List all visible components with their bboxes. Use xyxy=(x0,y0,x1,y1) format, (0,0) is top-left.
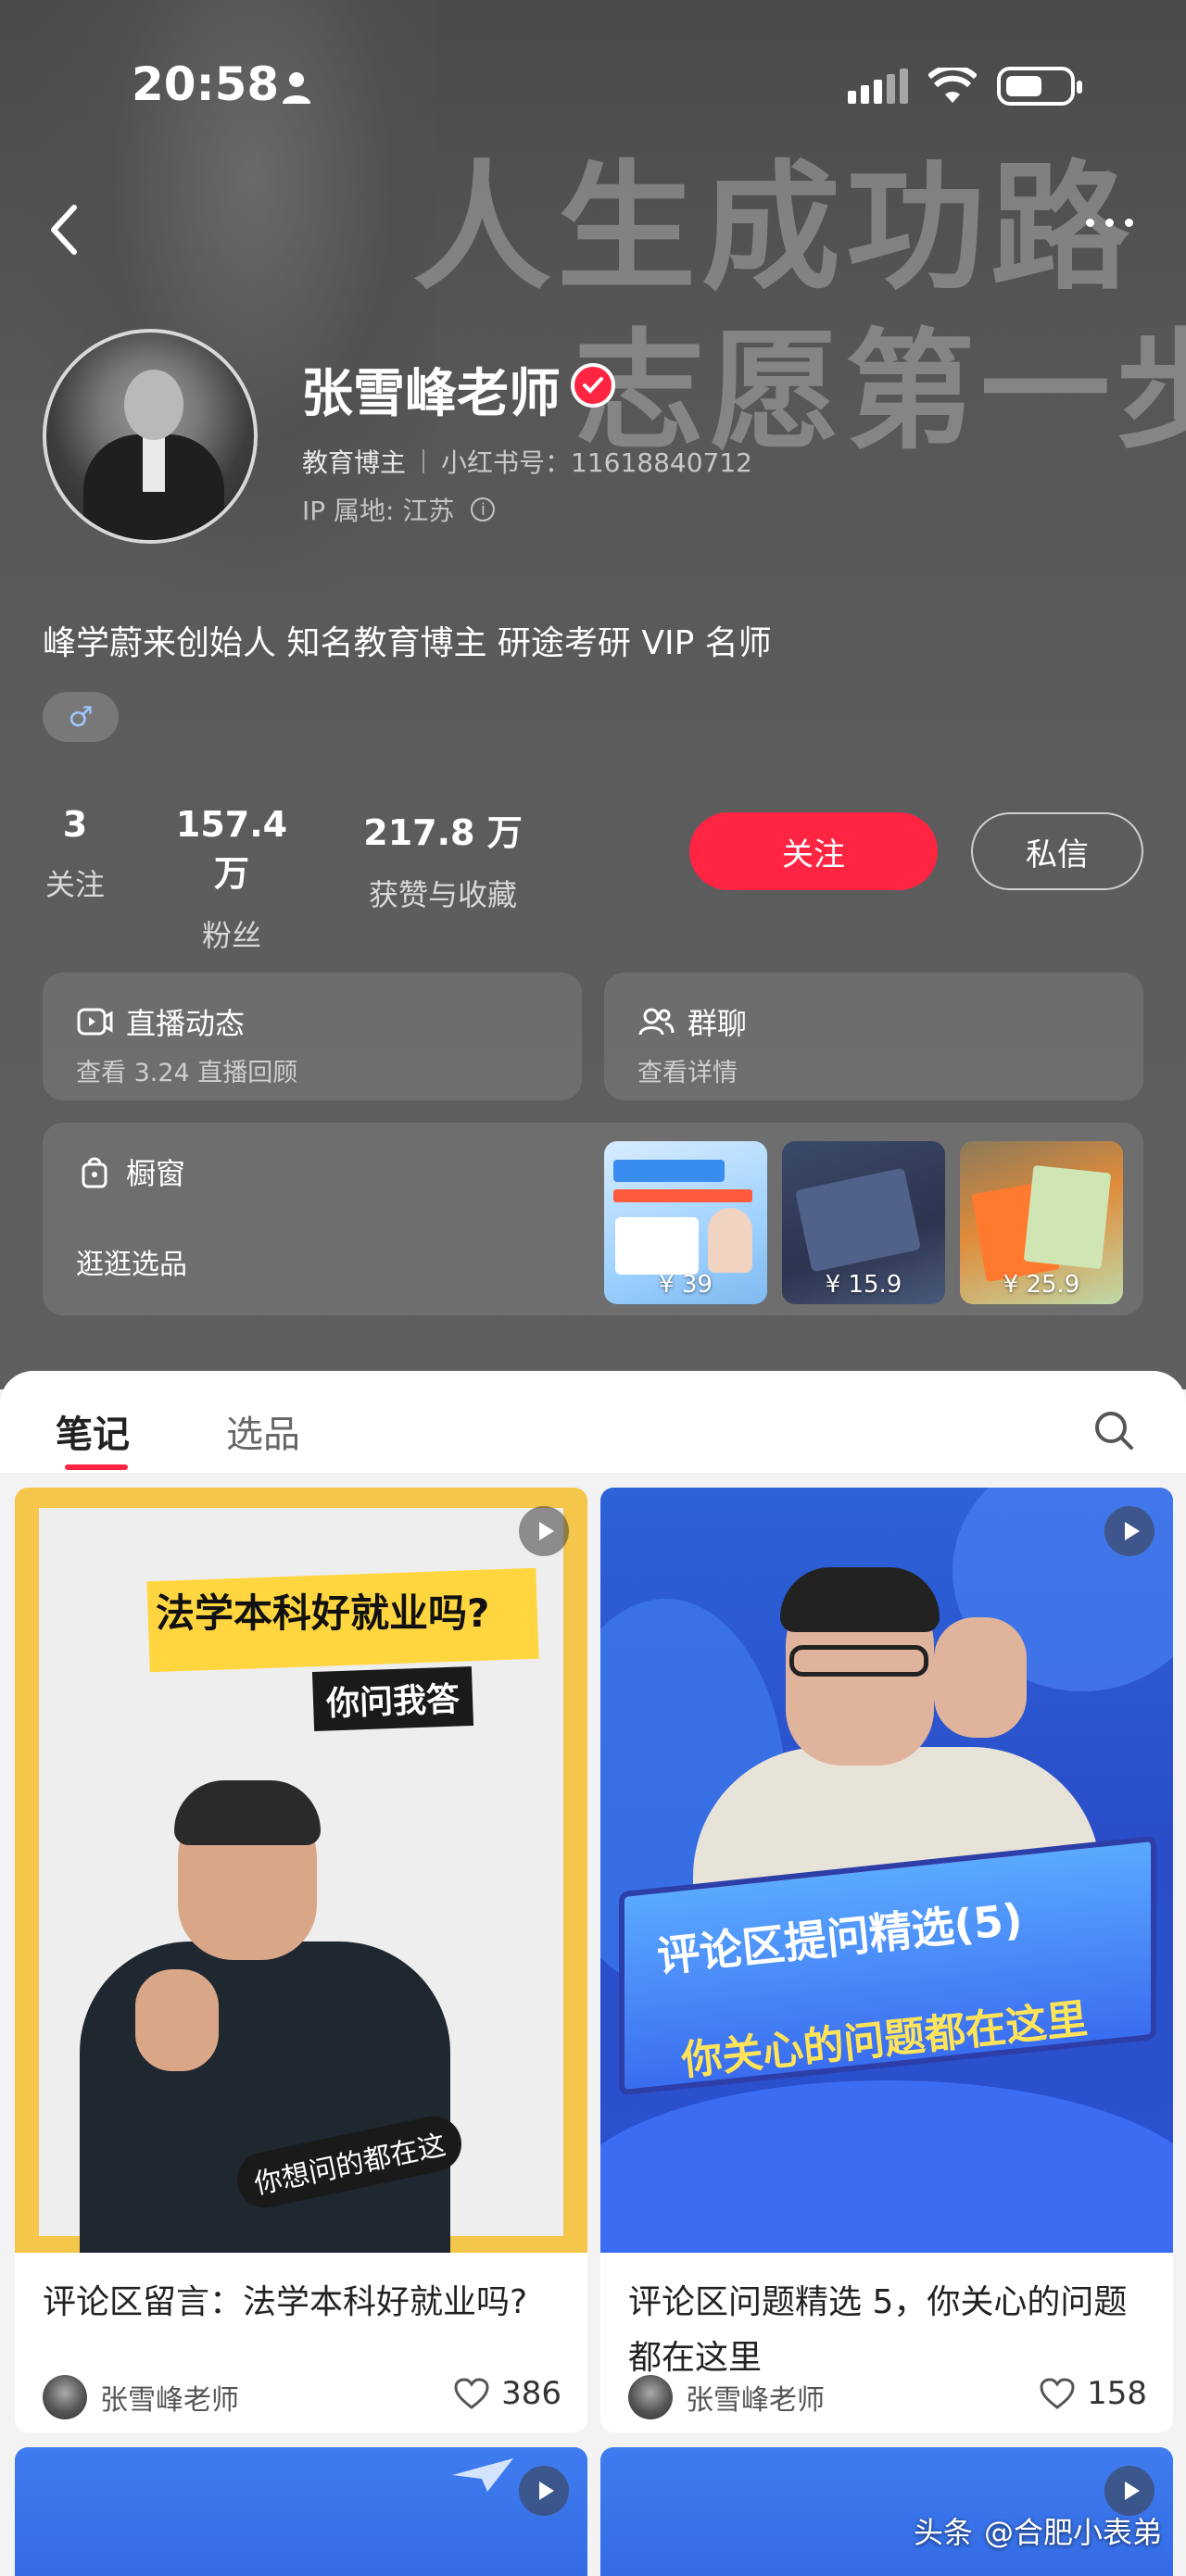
shop-card-title: 橱窗 xyxy=(76,1150,185,1193)
stat-followers-count: 157.4 万 xyxy=(175,804,288,894)
more-dots-icon[interactable] xyxy=(1086,213,1142,232)
author-name: 张雪峰老师 xyxy=(686,2384,825,2417)
author-name: 张雪峰老师 xyxy=(100,2384,239,2417)
stat-following-label: 关注 xyxy=(44,867,105,902)
info-icon[interactable]: i xyxy=(471,497,496,521)
profile-bio: 峰学蔚来创始人 知名教育博主 研途考研 VIP 名师 xyxy=(43,624,772,662)
active-tab-indicator xyxy=(65,1464,128,1470)
shopping-bag-icon xyxy=(82,1157,107,1188)
wifi-icon xyxy=(928,68,977,103)
product-price: ¥ 25.9 xyxy=(1003,1271,1080,1299)
status-icons xyxy=(848,67,1082,106)
profile-meta: 教育博主 小红书号：11618840712 xyxy=(302,443,752,480)
note-cover[interactable]: 评论区提问精选(5) 你关心的问题都在这里 xyxy=(600,1488,1173,2253)
profile-name: 张雪峰老师 xyxy=(301,364,561,424)
like-button[interactable]: 158 xyxy=(1039,2375,1147,2412)
like-button[interactable]: 386 xyxy=(453,2375,561,2412)
group-chat-icon xyxy=(638,1008,675,1036)
tab-products[interactable]: 选品 xyxy=(226,1404,300,1458)
group-card-sub: 查看详情 xyxy=(637,1059,738,1087)
ip-label: IP 属地: 江苏 xyxy=(302,496,455,526)
live-card-label: 直播动态 xyxy=(126,1006,246,1041)
video-play-icon xyxy=(519,1506,569,1556)
live-card[interactable]: 直播动态 查看 3.24 直播回顾 xyxy=(43,973,582,1100)
live-card-sub: 查看 3.24 直播回顾 xyxy=(76,1059,298,1087)
tab-notes[interactable]: 笔记 xyxy=(56,1404,130,1458)
follow-button[interactable]: 关注 xyxy=(689,812,938,890)
shop-card-label: 橱窗 xyxy=(126,1156,186,1191)
note-card[interactable]: 法学本科好就业吗? 你问我答 你想问的都在这 评论区留言：法学本科好就业吗? 张… xyxy=(15,1488,587,2432)
stat-following[interactable]: 3 关注 xyxy=(43,804,107,904)
live-icon xyxy=(77,1008,113,1036)
shop-card-sub: 逛逛选品 xyxy=(76,1249,187,1281)
gender-tag: ♂ xyxy=(43,692,119,742)
person-icon xyxy=(283,72,310,104)
product-thumbnail[interactable]: ¥ 25.9 xyxy=(960,1141,1123,1304)
heart-icon xyxy=(454,2378,489,2409)
shop-window-card[interactable]: 橱窗 逛逛选品 ¥ 39 ¥ 15.9 ¥ 25.9 xyxy=(43,1123,1143,1315)
battery-icon xyxy=(997,67,1082,106)
note-title: 评论区留言：法学本科好就业吗? xyxy=(43,2283,528,2321)
message-button[interactable]: 私信 xyxy=(971,812,1143,890)
group-chat-card[interactable]: 群聊 查看详情 xyxy=(604,973,1143,1100)
like-count: 386 xyxy=(501,2375,561,2412)
profile-header: 人生成功路 志愿第一步 20:58 张雪峰老师 教育博主 小红书号：116188… xyxy=(0,0,1186,1389)
stat-following-count: 3 xyxy=(62,804,88,845)
video-play-icon xyxy=(1104,1506,1154,1556)
note-card[interactable] xyxy=(15,2447,587,2576)
live-card-title: 直播动态 xyxy=(76,1000,245,1043)
product-thumbnail[interactable]: ¥ 15.9 xyxy=(782,1141,945,1304)
paper-plane-icon xyxy=(452,2458,513,2492)
author-avatar xyxy=(43,2375,87,2419)
note-title: 评论区问题精选 5，你关心的问题都在这里 xyxy=(628,2283,1128,2377)
ip-location: IP 属地: 江苏 i xyxy=(302,491,496,528)
stat-likes[interactable]: 217.8 万 获赞与收藏 xyxy=(350,804,536,914)
group-card-title: 群聊 xyxy=(637,1000,747,1043)
status-time: 20:58 xyxy=(132,57,280,111)
note-card[interactable]: 评论区提问精选(5) 你关心的问题都在这里 评论区问题精选 5，你关心的问题都在… xyxy=(600,1488,1173,2432)
video-play-icon xyxy=(519,2466,569,2516)
divider xyxy=(423,449,425,473)
watermark: 头条 @合肥小表弟 xyxy=(914,2509,1162,2552)
search-icon[interactable] xyxy=(1091,1408,1136,1452)
video-play-icon xyxy=(1104,2466,1154,2516)
signal-icon xyxy=(848,69,908,104)
chevron-left-icon[interactable] xyxy=(46,202,83,258)
watermark-source: 头条 xyxy=(913,2515,973,2550)
stat-likes-count: 217.8 万 xyxy=(363,812,523,853)
note-author[interactable]: 张雪峰老师 xyxy=(43,2375,239,2419)
stat-followers[interactable]: 157.4 万 粉丝 xyxy=(158,804,306,955)
like-count: 158 xyxy=(1087,2375,1147,2412)
heart-icon xyxy=(1040,2378,1075,2409)
product-price: ¥ 15.9 xyxy=(825,1271,902,1299)
product-price: ¥ 39 xyxy=(659,1271,713,1299)
content-sheet: 笔记 选品 法学本科好就业吗? 你问我答 你想问的都在这 评论区留言：法学本科好… xyxy=(0,1371,1186,2576)
cover-heading: 法学本科好就业吗? xyxy=(156,1590,490,1636)
red-id[interactable]: 小红书号：11618840712 xyxy=(441,443,752,480)
watermark-handle: @合肥小表弟 xyxy=(983,2515,1162,2550)
avatar[interactable] xyxy=(43,329,258,544)
author-avatar xyxy=(628,2375,673,2419)
tab-bar: 笔记 选品 xyxy=(0,1371,1186,1473)
stat-followers-label: 粉丝 xyxy=(201,918,261,953)
note-author[interactable]: 张雪峰老师 xyxy=(628,2375,825,2419)
verified-badge-icon xyxy=(571,363,615,408)
group-card-label: 群聊 xyxy=(688,1006,748,1041)
stat-likes-label: 获赞与收藏 xyxy=(368,877,517,912)
note-cover[interactable]: 法学本科好就业吗? 你问我答 你想问的都在这 xyxy=(15,1488,587,2253)
profile-category: 教育博主 xyxy=(302,447,407,478)
product-thumbnail[interactable]: ¥ 39 xyxy=(604,1141,767,1304)
cover-subheading: 你问我答 xyxy=(311,1666,474,1731)
